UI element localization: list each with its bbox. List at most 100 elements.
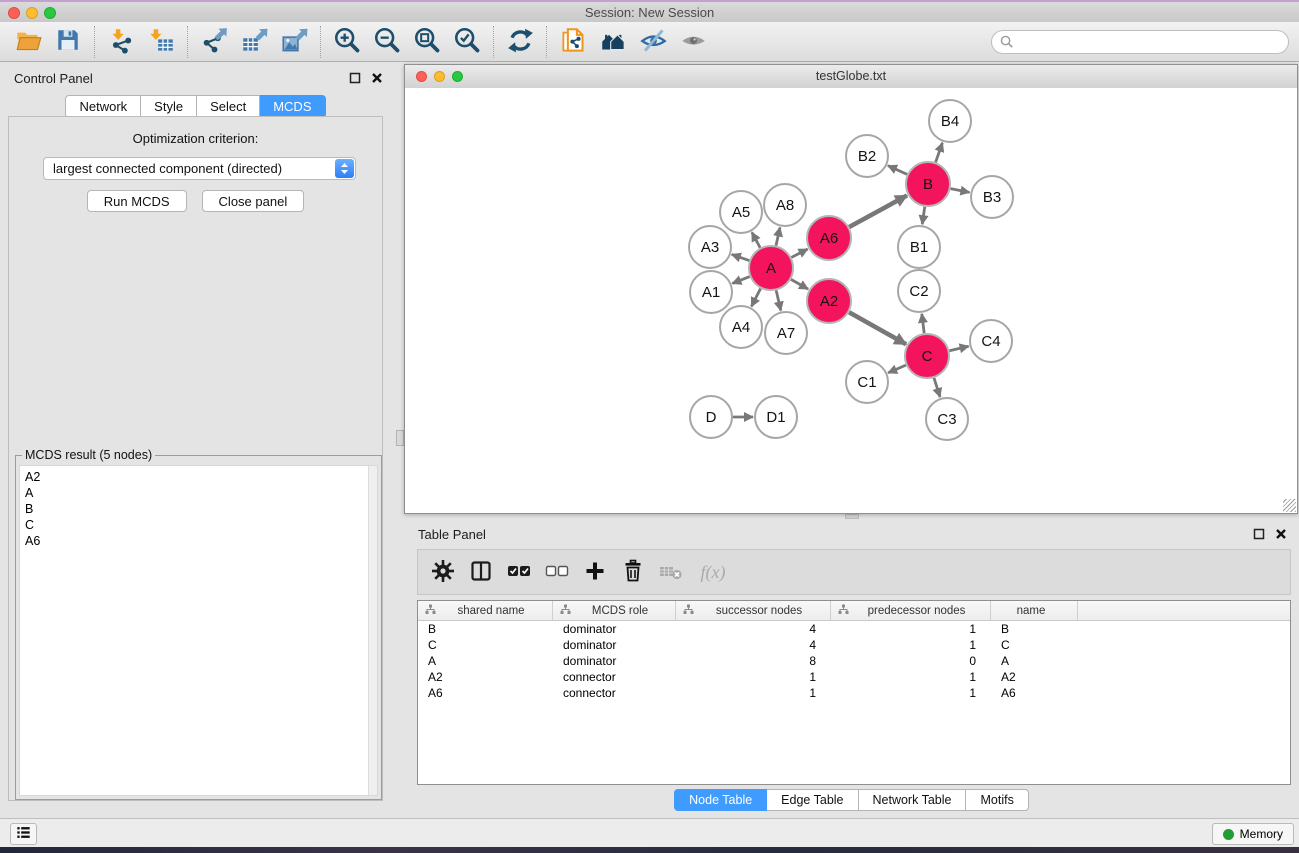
edge-A2-C[interactable]	[849, 312, 906, 344]
column-header-MCDS-role[interactable]: MCDS role	[553, 601, 676, 620]
export-network-button[interactable]	[194, 25, 234, 59]
table-cell[interactable]: 1	[831, 685, 991, 701]
close-panel-icon[interactable]	[1275, 527, 1287, 545]
column-header-predecessor-nodes[interactable]: predecessor nodes	[831, 601, 991, 620]
edge-C-C4[interactable]	[949, 346, 968, 351]
table-cell[interactable]: A2	[991, 669, 1078, 685]
table-cell[interactable]: 1	[676, 685, 831, 701]
run-mcds-button[interactable]: Run MCDS	[87, 190, 187, 212]
float-panel-icon[interactable]	[1253, 527, 1265, 545]
column-header-shared-name[interactable]: shared name	[418, 601, 553, 620]
edge-A-A4[interactable]	[751, 289, 760, 307]
add-column-button[interactable]	[576, 552, 614, 592]
import-table-button[interactable]	[141, 25, 181, 59]
table-cell[interactable]: 1	[831, 621, 991, 637]
edge-A-A3[interactable]	[732, 254, 750, 260]
table-row[interactable]: A6connector11A6	[418, 685, 1290, 701]
delete-column-button[interactable]	[614, 552, 652, 592]
deselect-all-checkboxes-button[interactable]	[538, 552, 576, 592]
table-cell[interactable]: 8	[676, 653, 831, 669]
edge-A-A2[interactable]	[791, 279, 808, 289]
edge-A-A1[interactable]	[732, 277, 749, 284]
table-cell[interactable]: A6	[418, 685, 553, 701]
table-cell[interactable]: 1	[676, 669, 831, 685]
table-cell[interactable]: dominator	[553, 637, 676, 653]
table-cell[interactable]: 1	[831, 669, 991, 685]
edge-B-B2[interactable]	[888, 166, 907, 175]
edge-B-B1[interactable]	[922, 207, 924, 224]
show-columns-button[interactable]	[462, 552, 500, 592]
result-item[interactable]: A2	[20, 469, 377, 485]
edge-A-A6[interactable]	[791, 249, 807, 257]
refresh-button[interactable]	[500, 25, 540, 59]
home-layout-button[interactable]	[593, 25, 633, 59]
import-network-button[interactable]	[101, 25, 141, 59]
close-panel-button[interactable]: Close panel	[202, 190, 305, 212]
table-cell[interactable]: 0	[831, 653, 991, 669]
edge-B-B4[interactable]	[936, 143, 943, 163]
table-cell[interactable]: connector	[553, 685, 676, 701]
tab-network-table[interactable]: Network Table	[859, 789, 967, 811]
edge-C-C2[interactable]	[922, 314, 924, 333]
edge-A-A5[interactable]	[752, 232, 760, 247]
edge-A6-B[interactable]	[849, 195, 907, 226]
table-row[interactable]: Adominator80A	[418, 653, 1290, 669]
result-item[interactable]: A	[20, 485, 377, 501]
table-cell[interactable]: A	[991, 653, 1078, 669]
table-cell[interactable]: C	[991, 637, 1078, 653]
memory-button[interactable]: Memory	[1212, 823, 1294, 845]
result-item[interactable]: C	[20, 517, 377, 533]
table-row[interactable]: A2connector11A2	[418, 669, 1290, 685]
table-cell[interactable]: A6	[991, 685, 1078, 701]
result-scrollbar[interactable]	[368, 466, 377, 795]
table-cell[interactable]: A2	[418, 669, 553, 685]
edge-A-A7[interactable]	[776, 290, 781, 310]
zoom-fit-button[interactable]	[407, 25, 447, 59]
zoom-selected-button[interactable]	[447, 25, 487, 59]
network-window-titlebar[interactable]: testGlobe.txt	[405, 65, 1297, 89]
tab-select[interactable]: Select	[197, 95, 260, 118]
birds-eye-view-button[interactable]	[673, 25, 713, 59]
panel-divider-grip[interactable]	[396, 430, 404, 446]
select-all-checkboxes-button[interactable]	[500, 552, 538, 592]
table-cell[interactable]: C	[418, 637, 553, 653]
zoom-out-button[interactable]	[367, 25, 407, 59]
tab-network[interactable]: Network	[65, 95, 141, 118]
tab-motifs[interactable]: Motifs	[966, 789, 1028, 811]
table-cell[interactable]: B	[991, 621, 1078, 637]
float-panel-icon[interactable]	[349, 71, 361, 89]
zoom-in-button[interactable]	[327, 25, 367, 59]
show-panels-button[interactable]	[10, 823, 37, 845]
criterion-select[interactable]: largest connected component (directed)	[43, 157, 356, 180]
table-cell[interactable]: 1	[831, 637, 991, 653]
export-image-button[interactable]	[274, 25, 314, 59]
search-field[interactable]	[991, 30, 1289, 54]
table-cell[interactable]: dominator	[553, 653, 676, 669]
search-input[interactable]	[1018, 32, 1282, 52]
new-network-button[interactable]	[553, 25, 593, 59]
table-cell[interactable]: A	[418, 653, 553, 669]
table-row[interactable]: Bdominator41B	[418, 621, 1290, 637]
function-builder-button[interactable]: f(x)	[690, 552, 736, 592]
table-settings-button[interactable]	[424, 552, 462, 592]
close-panel-icon[interactable]	[371, 71, 383, 89]
edge-A-A8[interactable]	[776, 227, 780, 245]
edge-C-C1[interactable]	[888, 365, 906, 373]
column-header-name[interactable]: name	[991, 601, 1078, 620]
table-cell[interactable]: B	[418, 621, 553, 637]
graphics-details-button[interactable]	[633, 25, 673, 59]
table-cell[interactable]: 4	[676, 637, 831, 653]
table-row[interactable]: Cdominator41C	[418, 637, 1290, 653]
table-cell[interactable]: dominator	[553, 621, 676, 637]
save-session-button[interactable]	[48, 25, 88, 59]
table-cell[interactable]: connector	[553, 669, 676, 685]
export-table-button[interactable]	[234, 25, 274, 59]
tab-edge-table[interactable]: Edge Table	[767, 789, 858, 811]
edge-B-B3[interactable]	[951, 189, 970, 193]
tab-style[interactable]: Style	[141, 95, 197, 118]
window-resize-grip[interactable]	[1283, 499, 1296, 512]
horizontal-divider-grip[interactable]	[845, 514, 859, 519]
network-canvas[interactable]: B4B2BB3A5A8A6A3B1AA1C2A2A4A7C4CC1DD1C3	[405, 88, 1297, 513]
open-session-button[interactable]	[8, 25, 48, 59]
delete-table-button[interactable]	[652, 552, 690, 592]
